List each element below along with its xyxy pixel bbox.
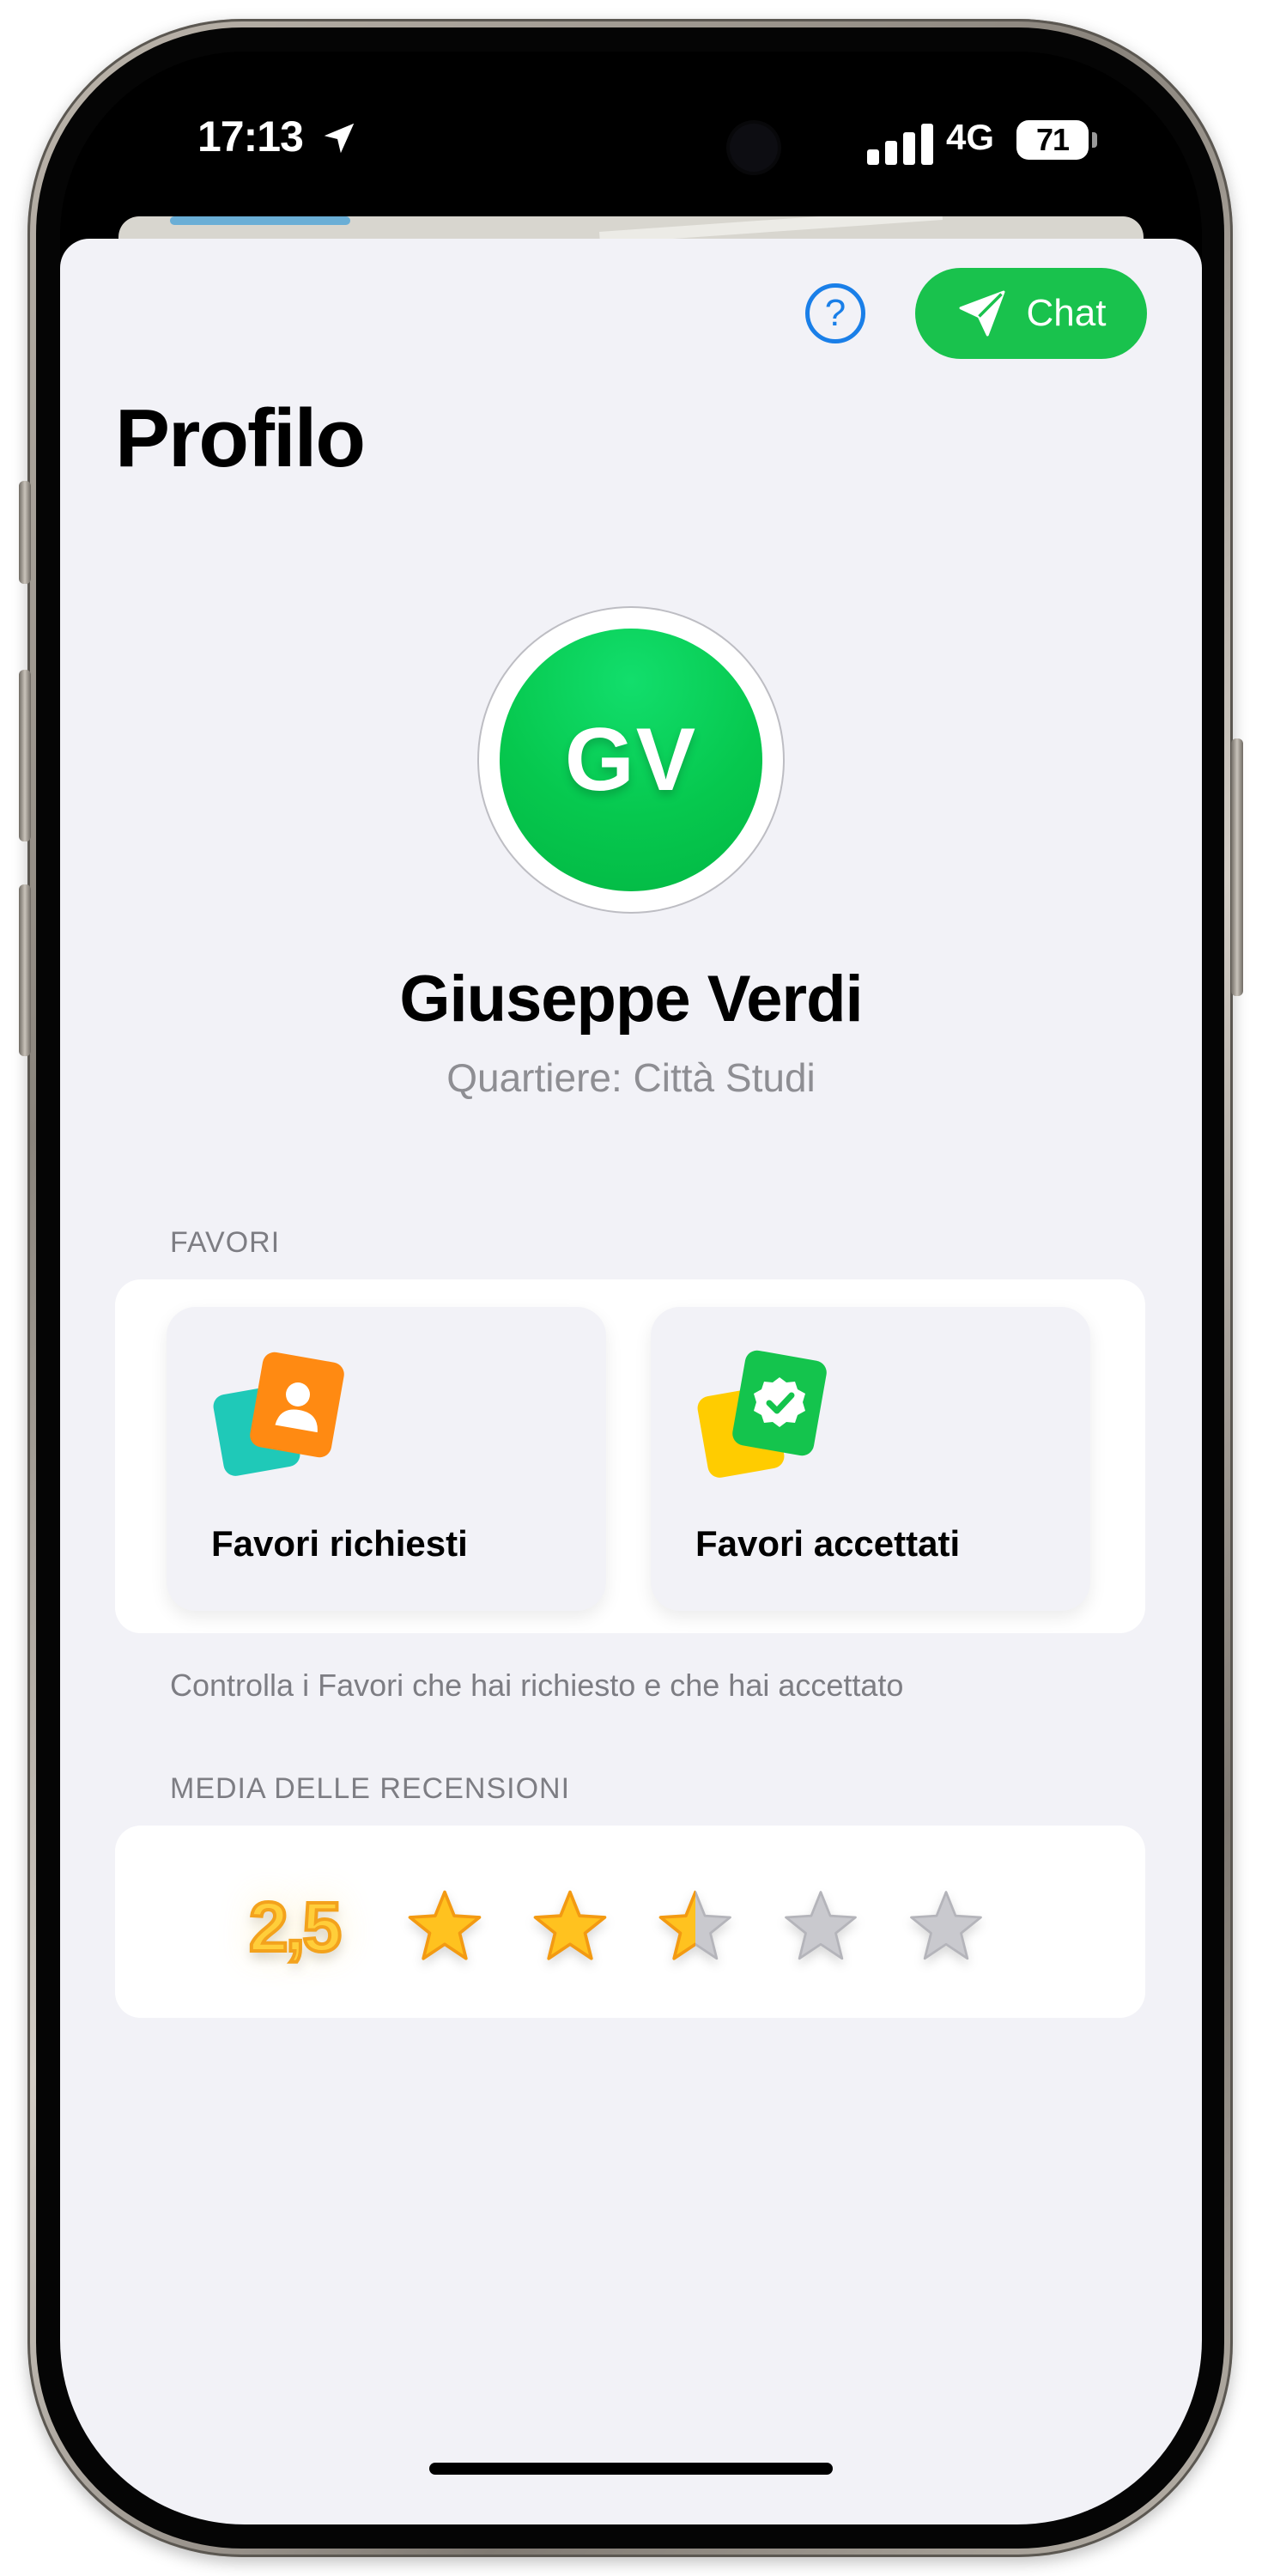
rating-star-1 [408, 1890, 482, 1960]
favors-section-title: FAVORI [170, 1226, 281, 1259]
reviews-section-title: MEDIA DELLE RECENSIONI [170, 1772, 571, 1805]
chat-label: Chat [1026, 292, 1107, 334]
rating-star-2 [533, 1890, 607, 1960]
average-rating: 2,5 [247, 1886, 343, 1968]
page-title: Profilo [115, 392, 366, 484]
volume-down-button [19, 884, 31, 1056]
accepted-favors-icon [697, 1350, 827, 1478]
status-time: 17:13 [197, 112, 304, 161]
accepted-favors-label: Favori accettati [695, 1523, 961, 1564]
chat-button[interactable]: Chat [915, 268, 1147, 359]
profile-sheet: ? Chat Profilo GV Giuseppe Verdi Quartie… [60, 239, 1202, 2524]
rating-star-5 [910, 1891, 982, 1960]
battery-level: 71 [1035, 122, 1070, 157]
requested-favors-icon [213, 1352, 344, 1476]
profile-district: Quartiere: Città Studi [446, 1055, 816, 1100]
dynamic-island [489, 106, 764, 189]
front-camera [730, 124, 778, 172]
location-arrow-icon [324, 123, 355, 154]
help-button[interactable]: ? [805, 283, 865, 343]
cellular-signal-icon [867, 124, 933, 165]
avatar-initials: GV [564, 710, 698, 810]
action-button [19, 481, 31, 584]
rating-row: 2,5 [115, 1826, 1145, 2018]
accepted-favors-tile[interactable]: Favori accettati [651, 1307, 1090, 1611]
power-button [1231, 738, 1243, 996]
home-indicator [429, 2463, 833, 2475]
reviews-card: 2,5 [115, 1826, 1145, 2018]
favors-caption: Controlla i Favori che hai richiesto e c… [170, 1668, 904, 1703]
status-bar: 17:13 4G 71 [60, 52, 1202, 215]
avatar[interactable]: GV [500, 629, 762, 891]
phone-screen: 17:13 4G 71 ? Chat Profilo GV Giuseppe V… [60, 52, 1202, 2524]
battery-tip [1092, 132, 1097, 148]
favors-card: Favori richiesti Favori accettati [115, 1279, 1145, 1633]
volume-up-button [19, 670, 31, 841]
battery-icon: 71 [1016, 120, 1089, 160]
requested-favors-label: Favori richiesti [211, 1523, 468, 1564]
profile-name: Giuseppe Verdi [399, 963, 863, 1036]
map-road [170, 216, 350, 225]
rating-star-4 [785, 1891, 857, 1960]
send-icon [959, 290, 1005, 337]
rating-star-3 [658, 1890, 731, 1960]
network-type: 4G [946, 117, 995, 157]
requested-favors-tile[interactable]: Favori richiesti [167, 1307, 606, 1611]
